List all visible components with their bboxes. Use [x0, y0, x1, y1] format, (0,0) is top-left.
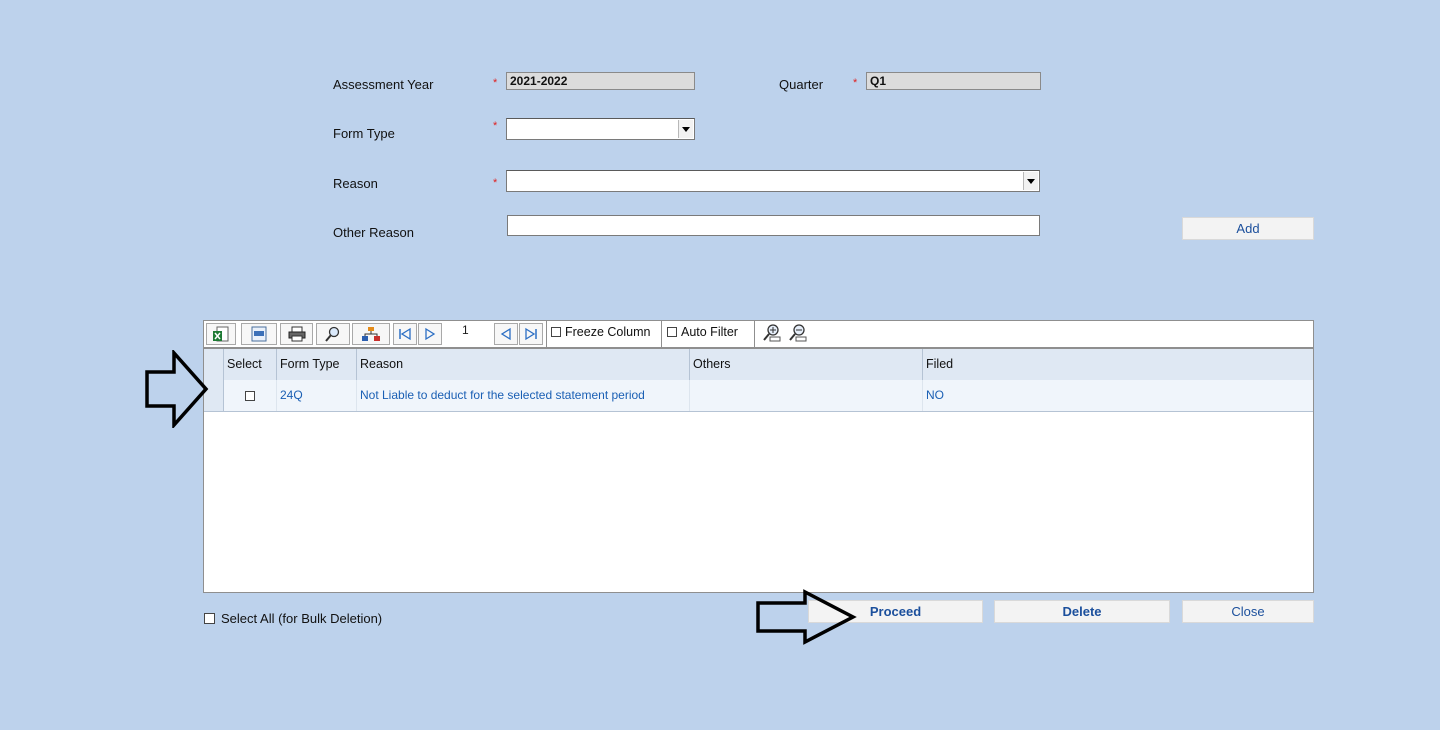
zoom-in-icon[interactable]: [762, 323, 784, 345]
reason-select[interactable]: [506, 170, 1040, 192]
required-mark: *: [853, 77, 858, 89]
row-select-cell[interactable]: [224, 380, 277, 411]
row-select-checkbox[interactable]: [245, 390, 255, 401]
excel-export-icon[interactable]: [206, 323, 236, 345]
freeze-column-checkbox[interactable]: [551, 327, 561, 337]
column-header-filed[interactable]: Filed: [923, 349, 1313, 380]
print-icon[interactable]: [280, 323, 313, 345]
assessment-year-label: Assessment Year: [333, 77, 434, 92]
column-header-others[interactable]: Others: [690, 349, 923, 380]
delete-button[interactable]: Delete: [994, 600, 1170, 623]
required-mark: *: [493, 177, 498, 189]
select-all-checkbox[interactable]: [204, 613, 215, 624]
hierarchy-icon[interactable]: [352, 323, 390, 345]
row-others: [690, 380, 923, 411]
dropdown-arrow-icon[interactable]: [1023, 172, 1038, 190]
form-type-select[interactable]: [506, 118, 695, 140]
column-header-select[interactable]: Select: [224, 349, 277, 380]
previous-page-icon[interactable]: [494, 323, 518, 345]
add-button[interactable]: Add: [1182, 217, 1314, 240]
search-icon[interactable]: [316, 323, 350, 345]
row-filed: NO: [926, 388, 944, 402]
other-reason-label: Other Reason: [333, 225, 414, 240]
required-mark: *: [493, 77, 498, 89]
required-mark: *: [493, 120, 498, 132]
auto-filter-toggle[interactable]: Auto Filter: [667, 325, 738, 339]
data-grid: Select Form Type Reason Others Filed 24Q…: [203, 348, 1314, 593]
toolbar-divider: [546, 321, 547, 347]
grid-header: Select Form Type Reason Others Filed: [204, 349, 1313, 381]
page-number: 1: [462, 323, 469, 337]
freeze-column-toggle[interactable]: Freeze Column: [551, 325, 650, 339]
next-page-icon[interactable]: [418, 323, 442, 345]
row-form-type: 24Q: [277, 380, 357, 411]
toolbar-divider: [754, 321, 755, 347]
csv-export-icon[interactable]: [241, 323, 277, 345]
row-reason: Not Liable to deduct for the selected st…: [357, 380, 690, 411]
grid-toolbar: 1 Freeze Column Auto Filter: [203, 320, 1314, 348]
freeze-column-label: Freeze Column: [565, 325, 651, 339]
close-button[interactable]: Close: [1182, 600, 1314, 623]
reason-label: Reason: [333, 176, 378, 191]
zoom-out-icon[interactable]: [788, 323, 810, 345]
form-type-label: Form Type: [333, 126, 395, 141]
table-row[interactable]: 24Q Not Liable to deduct for the selecte…: [204, 380, 1313, 412]
arrow-right-icon: [145, 350, 209, 428]
arrow-right-icon: [756, 589, 857, 645]
first-page-icon[interactable]: [393, 323, 417, 345]
quarter-label: Quarter: [779, 77, 824, 92]
auto-filter-label: Auto Filter: [681, 325, 738, 339]
column-header-form-type[interactable]: Form Type: [277, 349, 357, 380]
other-reason-input[interactable]: [507, 215, 1040, 236]
select-all-toggle[interactable]: Select All (for Bulk Deletion): [204, 611, 382, 626]
auto-filter-checkbox[interactable]: [667, 327, 677, 337]
last-page-icon[interactable]: [519, 323, 543, 345]
assessment-year-field: 2021-2022: [506, 72, 695, 90]
toolbar-divider: [661, 321, 662, 347]
column-header-reason[interactable]: Reason: [357, 349, 690, 380]
quarter-field: Q1: [866, 72, 1041, 90]
dropdown-arrow-icon[interactable]: [678, 120, 693, 138]
select-all-label: Select All (for Bulk Deletion): [221, 611, 383, 626]
